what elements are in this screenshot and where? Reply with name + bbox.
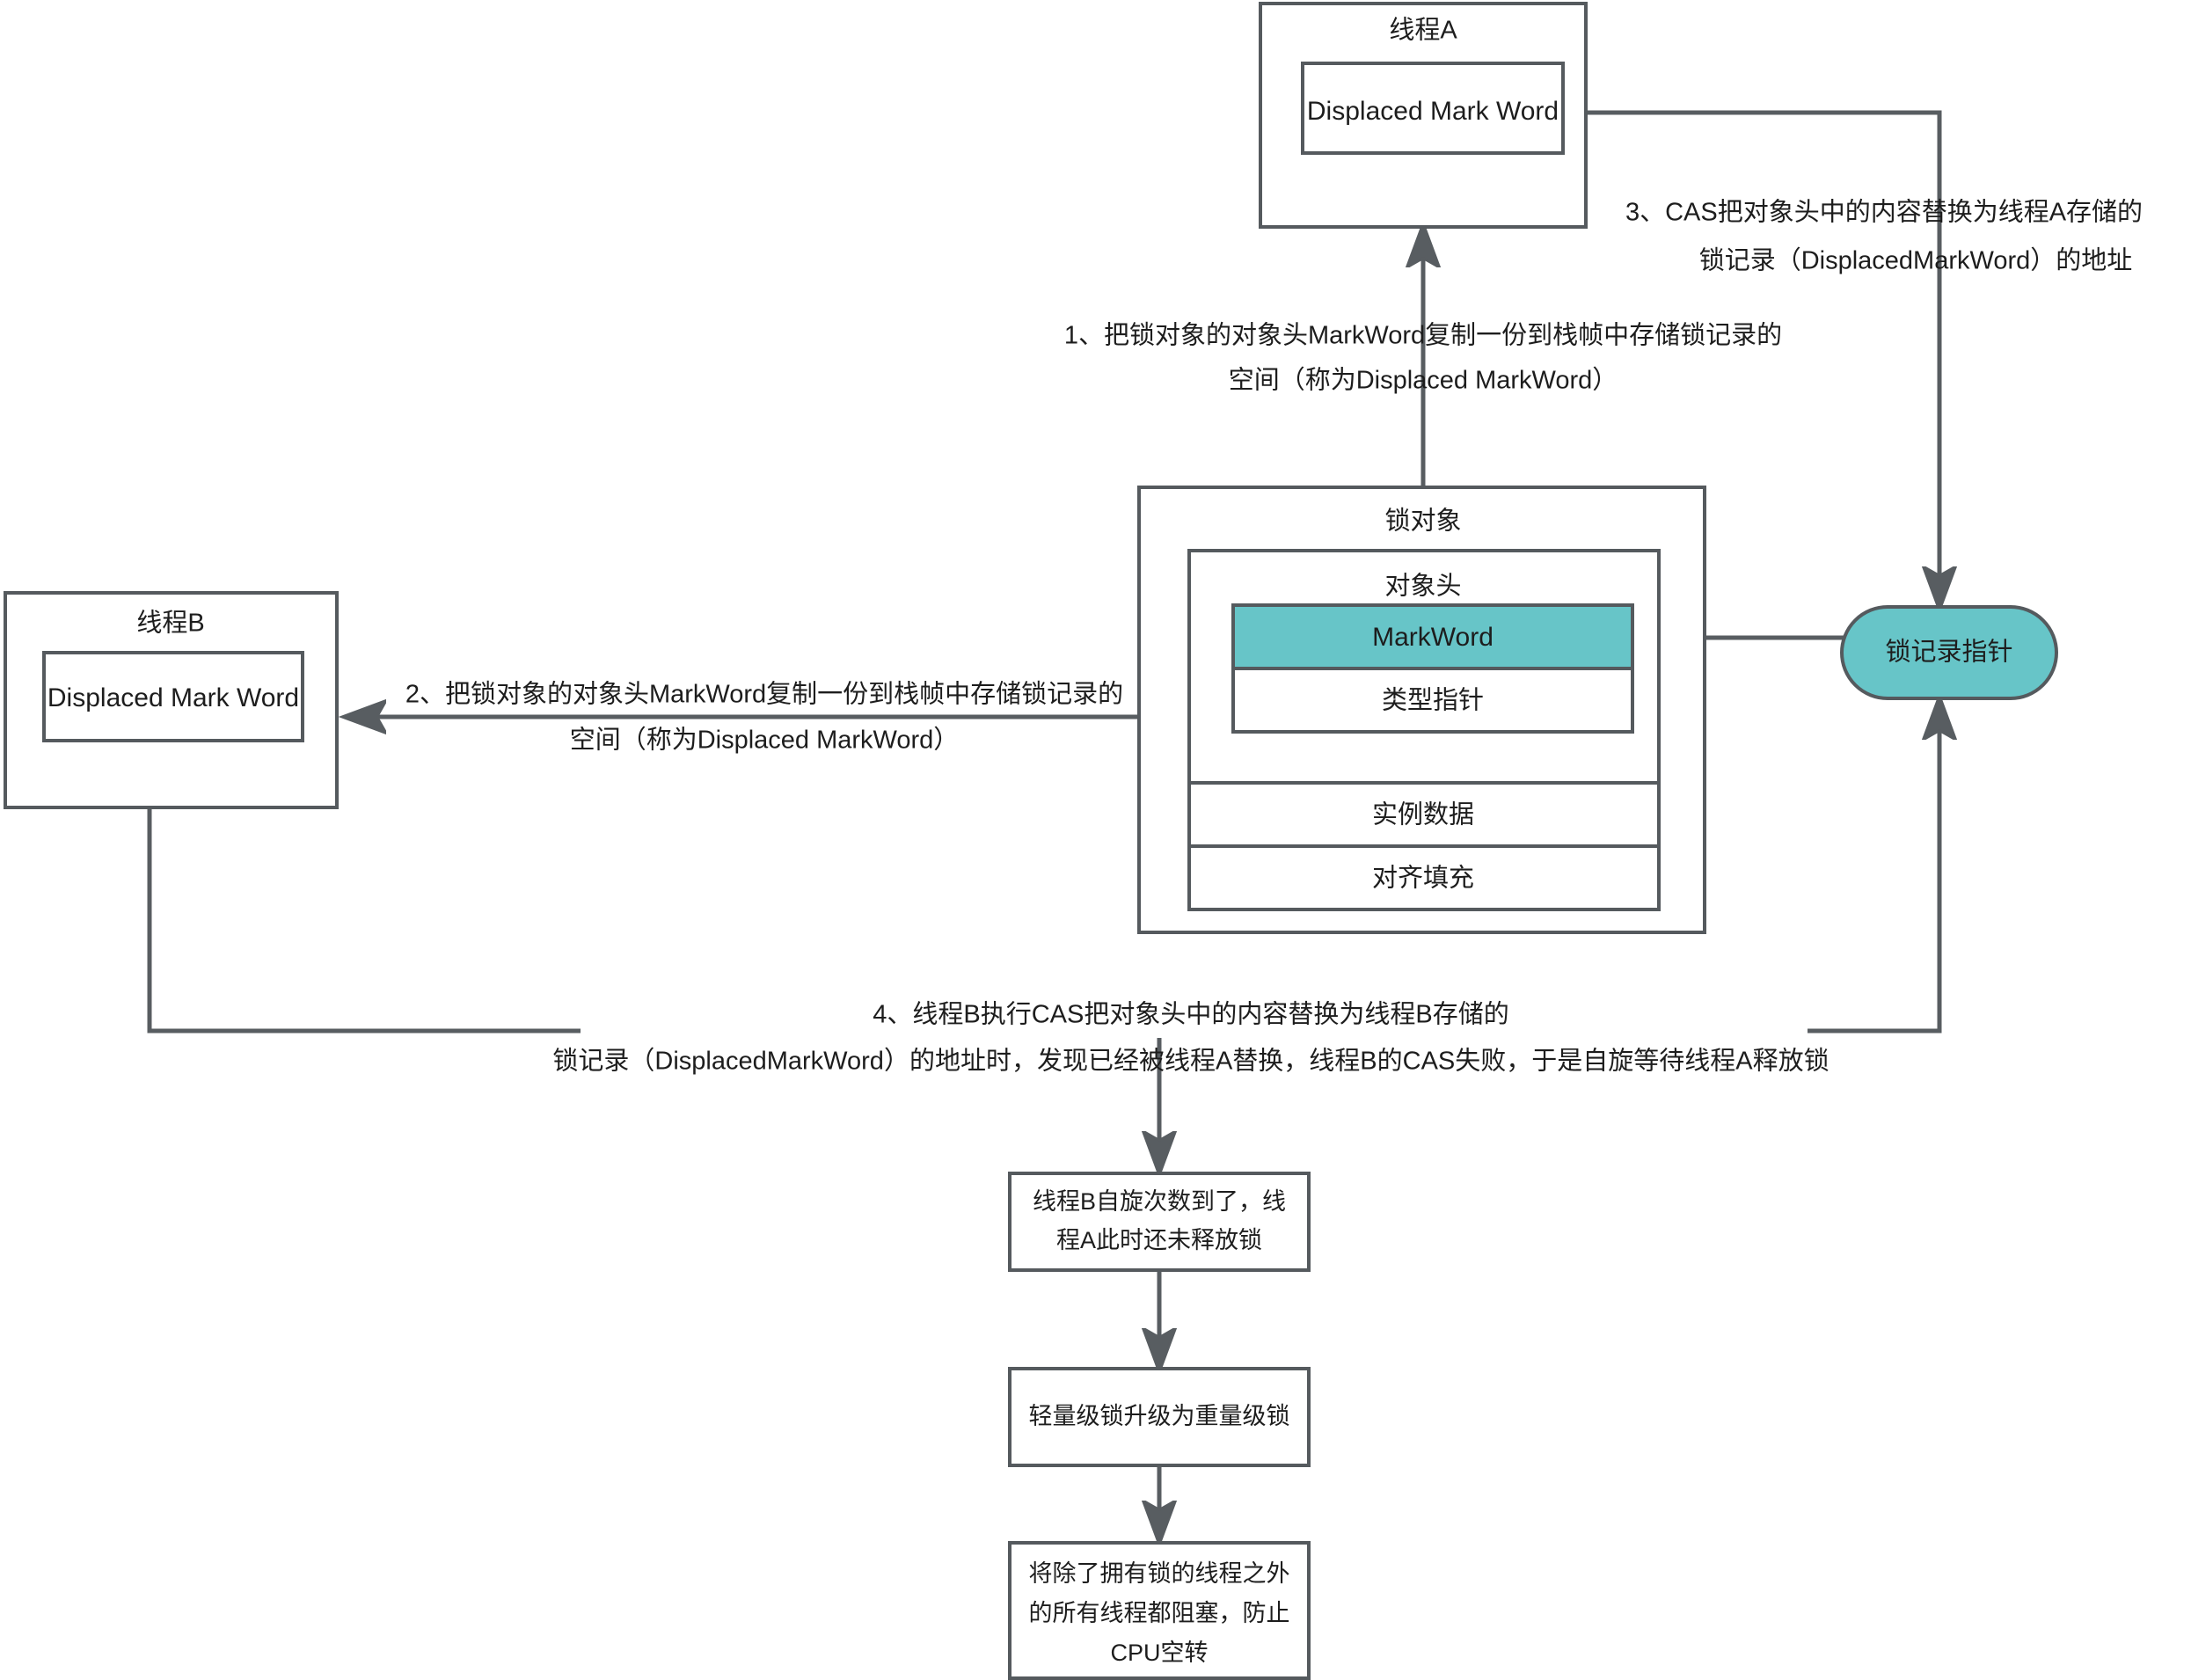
annotation-step4-line2: 锁记录（DisplacedMarkWord）的地址时，发现已经被线程A替换，线程… bbox=[552, 1047, 1829, 1076]
thread-a-displaced-mark-word-label: Displaced Mark Word bbox=[1307, 97, 1559, 126]
annotation-step3-line2: 锁记录（DisplacedMarkWord）的地址 bbox=[1699, 246, 2133, 275]
lock-object-node: 锁对象 对象头 MarkWord 类型指针 实例数据 对齐填充 bbox=[1137, 486, 1706, 934]
annotation-step4-line1: 4、线程B执行CAS把对象头中的内容替换为线程B存储的 bbox=[873, 1000, 1508, 1029]
connector-step4-threadb-branch bbox=[147, 807, 581, 1034]
annotation-step3-line1: 3、CAS把对象头中的内容替换为线程A存储的 bbox=[1625, 198, 2143, 227]
annotation-step2-line2: 空间（称为Displaced MarkWord） bbox=[570, 726, 960, 755]
annotation-step1-line1: 1、把锁对象的对象头MarkWord复制一份到栈帧中存储锁记录的 bbox=[1064, 321, 1782, 350]
thread-a-title: 线程A bbox=[1389, 16, 1457, 45]
block-threads-line3: CPU空转 bbox=[1110, 1640, 1208, 1666]
block-threads-node: 将除了拥有锁的线程之外 的所有线程都阻塞，防止 CPU空转 bbox=[1008, 1541, 1311, 1680]
diagram-canvas: 线程A Displaced Mark Word 3、CAS把对象头中的内容替换为… bbox=[4, 2, 2143, 1680]
annotation-step2-line1: 2、把锁对象的对象头MarkWord复制一份到栈帧中存储锁记录的 bbox=[405, 680, 1123, 709]
annotation-step4: 4、线程B执行CAS把对象头中的内容替换为线程B存储的 锁记录（Displace… bbox=[552, 1000, 1829, 1076]
spin-exhausted-node: 线程B自旋次数到了，线 程A此时还未释放锁 bbox=[1008, 1172, 1311, 1272]
lock-record-pointer-label: 锁记录指针 bbox=[1885, 638, 2012, 667]
block-threads-line1: 将除了拥有锁的线程之外 bbox=[1029, 1560, 1290, 1587]
lock-object-title: 锁对象 bbox=[1384, 507, 1461, 536]
upgrade-line1: 轻量级锁升级为重量级锁 bbox=[1029, 1403, 1290, 1429]
thread-a-node: 线程A Displaced Mark Word bbox=[1259, 2, 1588, 229]
object-header-label: 对象头 bbox=[1384, 572, 1461, 601]
mark-word-label: MarkWord bbox=[1372, 623, 1494, 652]
instance-data-label: 实例数据 bbox=[1372, 800, 1474, 829]
annotation-step1-line2: 空间（称为Displaced MarkWord） bbox=[1229, 366, 1618, 395]
block-threads-line2: 的所有线程都阻塞，防止 bbox=[1029, 1600, 1290, 1626]
alignment-padding-label: 对齐填充 bbox=[1372, 864, 1474, 893]
lock-record-pointer-node: 锁记录指针 bbox=[1840, 605, 2058, 700]
connector-step4-to-lockrecord bbox=[1808, 699, 1939, 1034]
lock-upgrade-diagram: 线程A Displaced Mark Word 3、CAS把对象头中的内容替换为… bbox=[0, 0, 2191, 1680]
klass-pointer-label: 类型指针 bbox=[1382, 686, 1484, 715]
annotation-step3: 3、CAS把对象头中的内容替换为线程A存储的 锁记录（DisplacedMark… bbox=[1625, 198, 2143, 275]
thread-b-title: 线程B bbox=[136, 609, 204, 638]
thread-b-displaced-mark-word-label: Displaced Mark Word bbox=[47, 683, 299, 712]
upgrade-node: 轻量级锁升级为重量级锁 bbox=[1008, 1367, 1311, 1467]
spin-exhausted-line2: 程A此时还未释放锁 bbox=[1056, 1227, 1262, 1253]
spin-exhausted-line1: 线程B自旋次数到了，线 bbox=[1033, 1188, 1286, 1215]
thread-b-node: 线程B Displaced Mark Word bbox=[4, 591, 339, 809]
